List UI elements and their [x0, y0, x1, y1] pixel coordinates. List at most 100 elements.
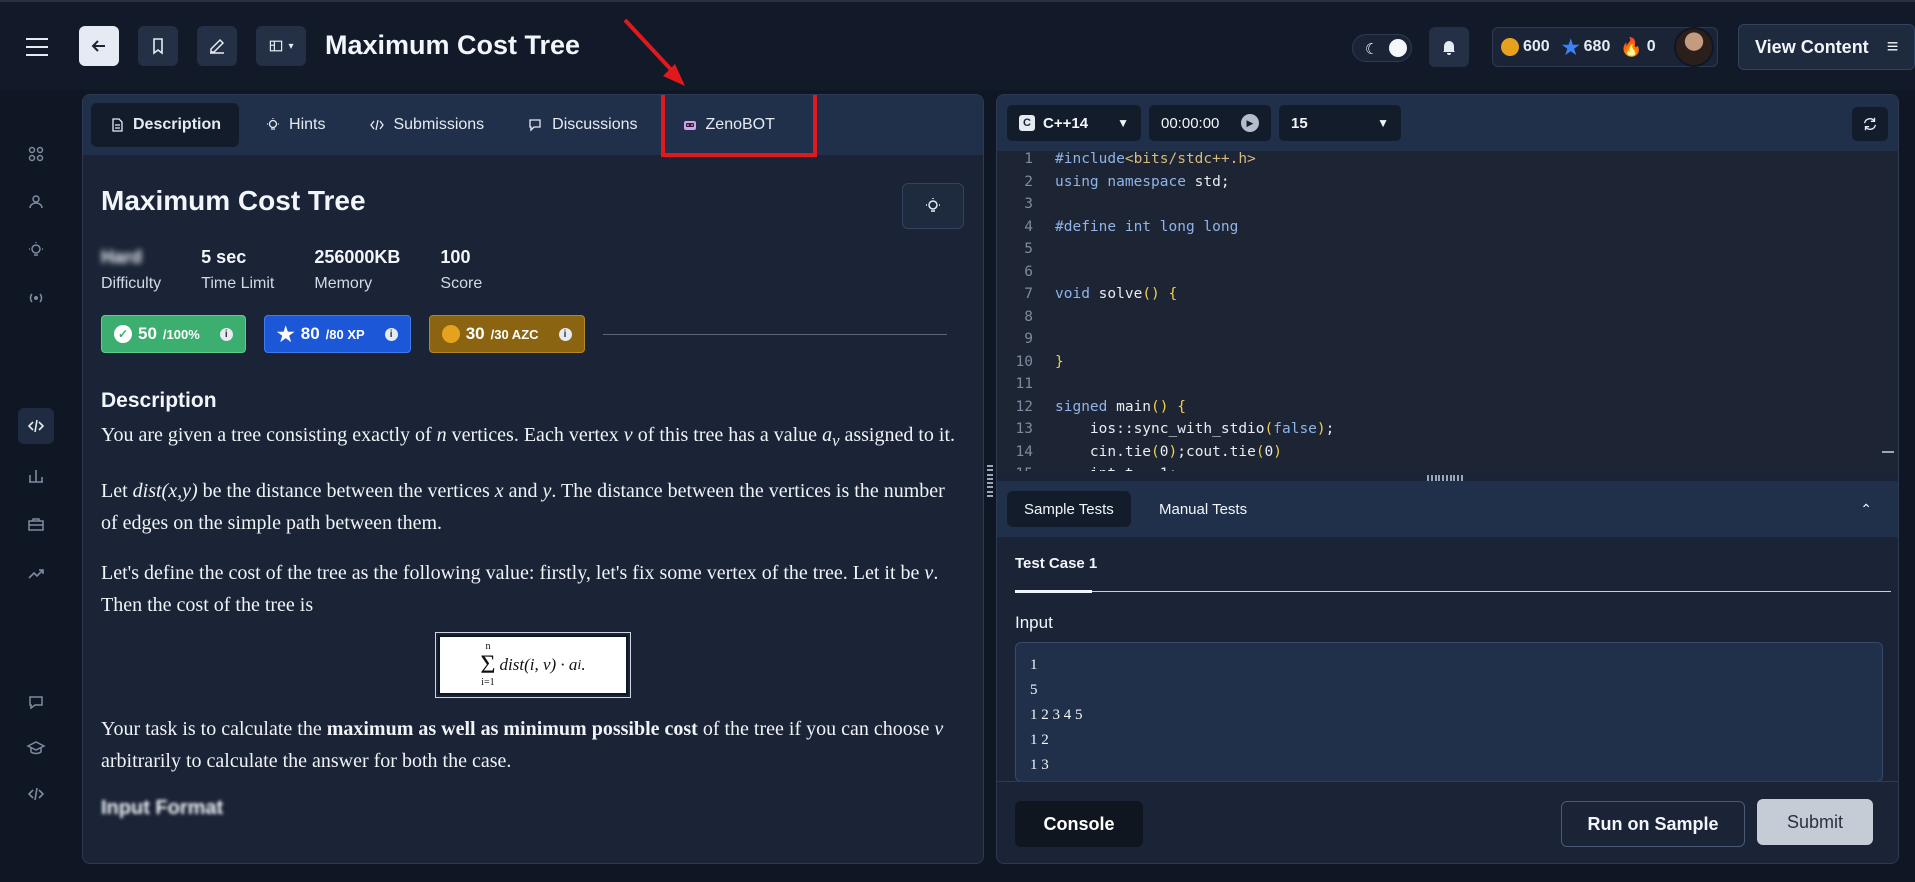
tab-hints[interactable]: Hints [247, 103, 343, 147]
problem-title: Maximum Cost Tree [101, 185, 366, 216]
code-line[interactable]: 4 #define int long long [997, 219, 1898, 242]
run-on-sample-button[interactable]: Run on Sample [1561, 801, 1745, 847]
trending-up-icon [28, 569, 44, 579]
bookmark-button[interactable] [138, 26, 178, 66]
code-line[interactable]: 8 [997, 308, 1898, 332]
tab-sample-tests[interactable]: Sample Tests [1007, 491, 1131, 527]
tab-submissions[interactable]: Submissions [351, 103, 502, 147]
code-line[interactable]: 7 void solve() { [997, 286, 1898, 309]
code-line[interactable]: 2 using namespace std; [997, 173, 1898, 197]
code-line[interactable]: 13 ios::sync_with_stdio(false); [997, 421, 1898, 444]
tab-description[interactable]: Description [91, 103, 240, 147]
avatar[interactable] [1674, 27, 1714, 67]
lightbulb-icon [29, 242, 43, 256]
test-case-tab[interactable]: Test Case 1 [1015, 555, 1097, 572]
code-scrollbar[interactable] [1882, 451, 1894, 453]
language-select[interactable]: C C++14 ▼ [1007, 105, 1141, 141]
test-input-box[interactable]: 151 2 3 4 51 21 32 4 [1015, 642, 1883, 782]
code-line[interactable]: 15 int t = 1; [997, 466, 1898, 471]
bell-icon [1443, 41, 1455, 55]
line-number: 2 [1024, 173, 1033, 190]
timer-value: 00:00:00 [1161, 114, 1220, 132]
code-line[interactable]: 11 [997, 376, 1898, 399]
info-icon[interactable]: i [384, 327, 398, 341]
tab-zenobot[interactable]: ZenoBOT [664, 103, 793, 147]
info-icon[interactable]: i [558, 327, 572, 341]
code-line[interactable]: 14 cin.tie(0);cout.tie(0) [997, 444, 1898, 467]
toggle-knob [1389, 39, 1407, 57]
panel-resize-handle[interactable] [987, 465, 993, 497]
problem-meta: Hard Difficulty 5 sec Time Limit 256000K… [101, 247, 965, 293]
sidebar-progress[interactable] [18, 556, 54, 592]
code-text: int t = 1; [1033, 466, 1177, 471]
editor-panel: C C++14 ▼ 00:00:00 ▶ 15 ▼ 1 #include<bits… [996, 94, 1899, 864]
code-line[interactable]: 9 [997, 331, 1898, 354]
chat-icon [29, 696, 43, 710]
code-icon [27, 787, 45, 801]
xp-badge: ★ 80/80 XP i [263, 315, 411, 353]
font-size-select[interactable]: 15 ▼ [1279, 105, 1401, 141]
layout-button[interactable]: ▾ [256, 26, 306, 66]
play-icon[interactable]: ▶ [1241, 114, 1259, 132]
menu-icon[interactable] [26, 38, 48, 56]
score-label: Score [440, 275, 483, 292]
code-line[interactable]: 12 signed main() { [997, 399, 1898, 422]
sidebar-code[interactable] [18, 408, 54, 444]
submit-button[interactable]: Submit [1757, 799, 1873, 845]
edit-button[interactable] [197, 26, 237, 66]
memory: 256000KB Memory [314, 247, 400, 293]
reward-badges: ✓ 50/100% i ★ 80/80 XP i 30/30 AZC i [101, 315, 965, 353]
bar-chart-icon [29, 470, 43, 483]
editor-toolbar: C C++14 ▼ 00:00:00 ▶ 15 ▼ [997, 95, 1898, 151]
badge-value: 80 [300, 324, 320, 343]
tab-manual-tests[interactable]: Manual Tests [1142, 491, 1264, 527]
code-line[interactable]: 1 #include<bits/stdc++.h> [997, 151, 1898, 174]
grid-icon [28, 146, 44, 162]
sidebar-ideas[interactable] [18, 232, 54, 268]
sidebar-community[interactable] [18, 184, 54, 220]
score-value: 100 [440, 247, 471, 267]
back-button[interactable] [79, 26, 119, 66]
sidebar-learn[interactable] [18, 730, 54, 766]
view-content-button[interactable]: View Content ≡ [1738, 24, 1915, 70]
chevron-down-icon: ▼ [1117, 116, 1129, 130]
description-paragraph: Let dist(x,y) be the distance between th… [101, 480, 945, 534]
sidebar-stats[interactable] [18, 458, 54, 494]
code-line[interactable]: 3 [997, 196, 1898, 219]
top-bar: ▾ Maximum Cost Tree ☾ 600 ★ 680 🔥 0 View… [0, 0, 1915, 90]
hint-button[interactable] [902, 183, 964, 229]
line-number: 9 [1024, 331, 1033, 347]
console-button[interactable]: Console [1015, 801, 1143, 847]
time-limit: 5 sec Time Limit [201, 247, 274, 293]
code-editor[interactable]: 1 #include<bits/stdc++.h> 2 using namespace… [997, 151, 1898, 471]
difficulty-label: Difficulty [101, 275, 162, 292]
code-line[interactable]: 10} [997, 354, 1898, 377]
users-icon [29, 195, 43, 209]
sidebar-jobs[interactable] [18, 506, 54, 542]
streak-count: 0 [1646, 38, 1656, 55]
reset-code-button[interactable] [1852, 107, 1888, 141]
fire-icon: 🔥 [1620, 36, 1643, 57]
info-icon[interactable]: i [219, 327, 233, 341]
theme-toggle[interactable]: ☾ [1352, 34, 1412, 62]
sidebar-code-2[interactable] [18, 776, 54, 812]
line-number: 8 [1024, 308, 1033, 325]
line-number: 13 [1015, 421, 1033, 437]
notifications-button[interactable] [1429, 27, 1469, 67]
code-line[interactable]: 6 [997, 264, 1898, 287]
sidebar-live[interactable] [18, 280, 54, 316]
chevron-up-icon[interactable]: ⌃ [1860, 501, 1872, 518]
code-line[interactable]: 5 [997, 241, 1898, 264]
sigma-symbol: n Σi=1 [480, 641, 496, 688]
font-size-value: 15 [1291, 114, 1308, 132]
lightbulb-icon [926, 198, 940, 212]
code-icon [370, 119, 385, 131]
line-number: 1 [1024, 151, 1033, 167]
input-line: 1 [1030, 657, 1038, 673]
sidebar-chat[interactable] [18, 684, 54, 720]
tab-discussions[interactable]: Discussions [510, 103, 655, 147]
sidebar-dashboard[interactable] [18, 136, 54, 172]
